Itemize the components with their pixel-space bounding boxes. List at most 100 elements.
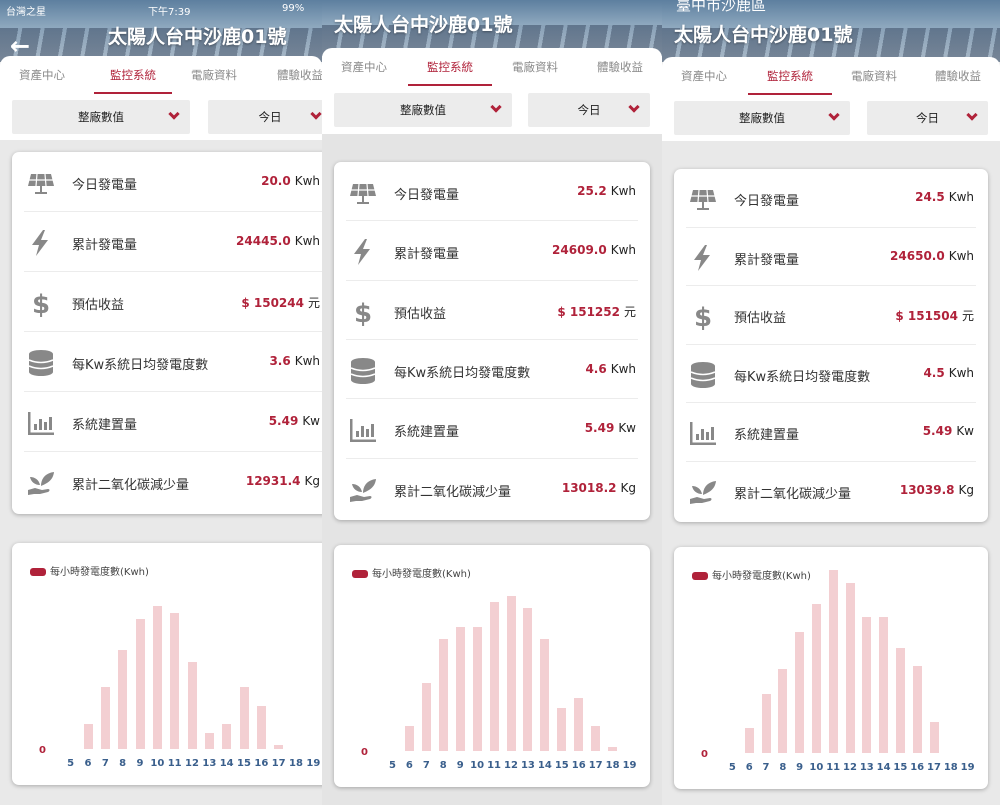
tab-asset-center[interactable]: 資產中心 — [334, 50, 394, 86]
tab-monitoring[interactable]: 監控系統 — [94, 58, 172, 94]
y-tick-label: 0 — [701, 749, 708, 760]
scope-dropdown[interactable]: 整廠數值 — [12, 100, 190, 134]
metric-unit: Kwh — [948, 248, 974, 263]
bar-chart-icon — [26, 408, 56, 438]
metric-number: 24.5 — [915, 190, 945, 204]
metric-row: 累計二氧化碳減少量 12931.4 Kg — [24, 452, 322, 512]
period-dropdown-value: 今日 — [258, 110, 282, 124]
chart-bar — [828, 570, 838, 753]
tab-bar: 資產中心 監控系統 電廠資料 體驗收益 — [0, 58, 322, 94]
metric-row: 今日發電量 20.0 Kwh — [24, 152, 322, 212]
tab-experience-revenue[interactable]: 體驗收益 — [926, 59, 990, 95]
metric-number: 20.0 — [261, 174, 291, 188]
database-icon — [26, 348, 56, 378]
metric-row: $ 預估收益 $ 150244 元 — [24, 272, 322, 332]
metric-row: 每Kw系統日均發電度數 3.6 Kwh — [24, 332, 322, 392]
metric-number: $ 151252 — [557, 304, 620, 319]
chart-bar — [879, 616, 889, 753]
metric-label: 累計二氧化碳減少量 — [72, 478, 190, 493]
metrics-card: 今日發電量 20.0 Kwh 累計發電量 24445.0 Kwh $ 預估收益 $ 150244… — [12, 152, 322, 514]
metric-unit: Kwh — [294, 234, 320, 248]
tab-plant-data[interactable]: 電廠資料 — [504, 50, 566, 86]
controls-panel: 資產中心 監控系統 電廠資料 體驗收益 整廠數值 今日 — [662, 57, 1000, 141]
chart-bar — [845, 582, 855, 753]
plant-hand-icon — [26, 468, 56, 498]
tab-experience-revenue[interactable]: 體驗收益 — [588, 50, 652, 86]
metric-unit: 元 — [623, 304, 636, 319]
x-tick-label: 19 — [306, 758, 321, 769]
chart-bar — [778, 669, 788, 753]
metrics-card: 今日發電量 24.5 Kwh 累計發電量 24650.0 Kwh $ 預估收益 $ 151504… — [674, 169, 988, 522]
metric-row: $ 預估收益 $ 151252 元 — [346, 281, 638, 340]
metric-number: 13039.8 — [899, 482, 955, 497]
tab-bar: 資產中心 監控系統 電廠資料 體驗收益 — [662, 59, 1000, 95]
x-tick-label: 19 — [960, 762, 975, 773]
metric-number: 3.6 — [269, 354, 291, 368]
tab-asset-center[interactable]: 資產中心 — [10, 58, 74, 94]
period-dropdown-value: 今日 — [916, 111, 939, 125]
metric-unit: Kg — [620, 480, 637, 495]
metric-number: 5.49 — [268, 414, 299, 428]
metric-label: 今日發電量 — [72, 178, 138, 193]
period-dropdown[interactable]: 今日 — [867, 101, 988, 135]
chart-bar — [523, 608, 533, 751]
carrier-label: 台灣之星 — [6, 7, 46, 18]
x-tick-label: 19 — [622, 760, 637, 771]
svg-text:$: $ — [694, 303, 712, 331]
metric-number: 24445.0 — [236, 234, 291, 248]
metric-unit: Kwh — [610, 184, 636, 198]
metric-value: 5.49 Kw — [923, 424, 974, 438]
legend-label: 每小時發電度數(Kwh) — [50, 567, 149, 578]
screen-1: 台灣之星 下午7:39 99% ← 太陽人台中沙鹿01號 資產中心 監控系統 電… — [0, 0, 322, 805]
tab-asset-center[interactable]: 資產中心 — [674, 59, 734, 95]
metric-value: 24650.0 Kwh — [890, 249, 974, 263]
metric-unit: Kw — [956, 424, 974, 438]
metric-label: 累計二氧化碳減少量 — [734, 486, 852, 502]
metric-label: 今日發電量 — [394, 188, 460, 203]
chart-legend: 每小時發電度數(Kwh) — [30, 563, 149, 578]
tab-monitoring[interactable]: 監控系統 — [408, 50, 492, 86]
metric-label: 系統建置量 — [394, 425, 460, 441]
metric-label: 累計發電量 — [72, 238, 138, 253]
chart-bar — [187, 662, 197, 749]
metric-row: 系統建置量 5.49 Kw — [346, 399, 638, 459]
chart-bar — [895, 647, 905, 753]
metric-unit: Kwh — [610, 243, 636, 258]
metric-value: $ 150244 元 — [241, 294, 320, 311]
back-arrow-icon[interactable]: ← — [10, 32, 30, 60]
legend-swatch — [30, 568, 46, 576]
metric-number: 12931.4 — [245, 474, 301, 488]
metric-value: 4.5 Kwh — [923, 366, 974, 380]
scope-dropdown-value: 整廠數值 — [739, 111, 785, 125]
legend-swatch — [692, 572, 708, 580]
lightning-icon — [348, 237, 378, 267]
chart-bar — [795, 632, 805, 753]
chart-bar — [761, 694, 771, 753]
chart-bar — [438, 639, 448, 751]
metric-label: 累計發電量 — [394, 247, 460, 263]
controls-panel: 資產中心 監控系統 電廠資料 體驗收益 整廠數值 今日 — [322, 48, 662, 134]
chart-bar — [222, 724, 232, 749]
period-dropdown[interactable]: 今日 — [528, 93, 650, 127]
chart-bar — [557, 707, 567, 751]
chart-bar — [608, 747, 618, 751]
tab-experience-revenue[interactable]: 體驗收益 — [268, 58, 322, 94]
y-tick-label: 0 — [361, 747, 368, 758]
metric-row: 每Kw系統日均發電度數 4.5 Kwh — [686, 345, 976, 403]
clock-label: 下午7:39 — [148, 7, 191, 18]
chart-bar — [811, 604, 821, 753]
bar-chart-icon — [688, 418, 718, 448]
tab-plant-data[interactable]: 電廠資料 — [842, 59, 906, 95]
scope-dropdown[interactable]: 整廠數值 — [334, 93, 512, 127]
chart-bar — [744, 728, 754, 753]
metric-label: 系統建置量 — [734, 428, 800, 443]
metric-label: 系統建置量 — [72, 418, 138, 433]
tab-plant-data[interactable]: 電廠資料 — [182, 58, 246, 94]
tab-monitoring[interactable]: 監控系統 — [748, 59, 832, 95]
chart-bar — [455, 627, 465, 751]
period-dropdown[interactable]: 今日 — [208, 100, 322, 134]
period-dropdown-value: 今日 — [577, 103, 601, 117]
scope-dropdown[interactable]: 整廠數值 — [674, 101, 850, 135]
metric-value: 25.2 Kwh — [577, 184, 636, 198]
chart-bar — [135, 618, 145, 749]
